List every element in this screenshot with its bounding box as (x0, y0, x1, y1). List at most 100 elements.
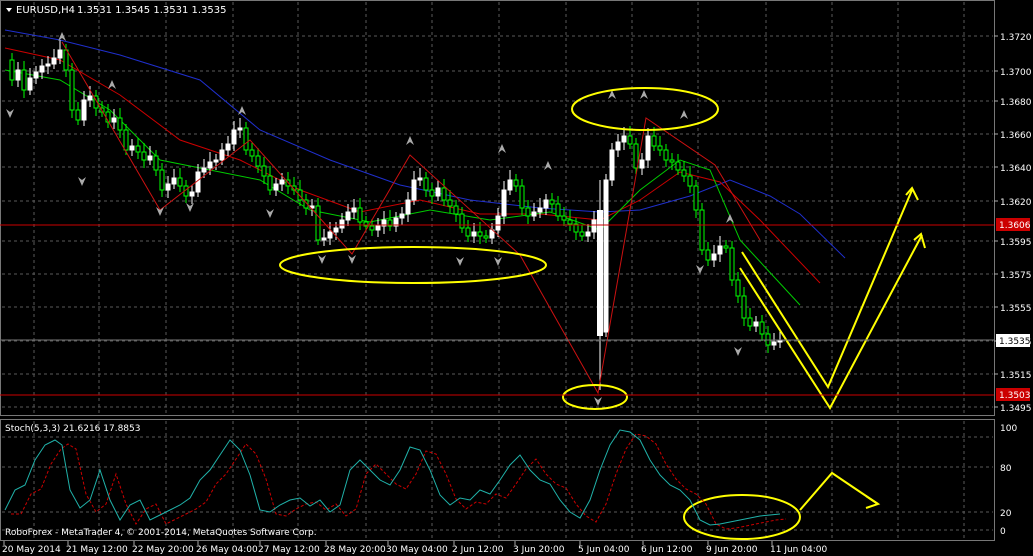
candle-body (687, 175, 693, 187)
candle-body (129, 145, 135, 151)
candle-body (465, 227, 471, 237)
time-tick-label: 21 May 12:00 (66, 545, 128, 555)
symbol-label: EURUSD,H4 (16, 5, 75, 16)
candle-body (429, 189, 435, 197)
price-tick-label: 1.3495 (1000, 404, 1032, 414)
candle-body (219, 149, 225, 161)
candle-body (147, 155, 153, 161)
trading-chart[interactable]: EURUSD,H4 1.3531 1.3545 1.3531 1.3535 1.… (0, 0, 1033, 556)
price-tick-label: 1.3680 (1000, 98, 1032, 108)
candle-body (639, 159, 645, 169)
indicator-frame (0, 419, 995, 541)
price-marker-upper-label: 1.3606 (999, 221, 1031, 231)
candle-body (609, 149, 615, 181)
price-tick-label: 1.3720 (1000, 33, 1032, 43)
candle-body (591, 219, 597, 233)
candle-body (225, 143, 231, 151)
candle-body (657, 145, 663, 151)
candle-body (273, 183, 279, 191)
candle-body (651, 135, 657, 147)
candle-body (729, 247, 735, 281)
candle-body (399, 213, 405, 219)
time-tick-label: 9 Jun 20:00 (706, 545, 758, 555)
time-tick-label: 2 Jun 12:00 (452, 545, 504, 555)
time-tick-label: 11 Jun 04:00 (770, 545, 827, 555)
price-tick-label: 1.3700 (1000, 68, 1032, 78)
candle-body (543, 199, 549, 209)
candle-body (447, 199, 453, 207)
candle-body (441, 187, 447, 201)
candle-body (585, 231, 591, 237)
time-tick-label: 5 Jun 04:00 (578, 545, 630, 555)
candle-body (333, 227, 339, 233)
stochastic-label: Stoch(5,3,3) 21.6216 17.8853 (5, 424, 140, 434)
candle-body (39, 65, 45, 73)
candle-body (21, 69, 27, 91)
candle-body (69, 69, 75, 111)
candle-body (501, 189, 507, 217)
candle-body (45, 63, 51, 67)
candle-body (669, 159, 675, 163)
candle-body (87, 95, 93, 101)
candle-body (579, 231, 585, 237)
candle-body (771, 341, 777, 346)
candle-body (741, 295, 747, 319)
candle-body (189, 191, 195, 197)
candle-body (759, 321, 765, 335)
candle-body (267, 175, 273, 191)
candle-body (615, 141, 621, 151)
candle-body (711, 253, 717, 261)
stochastic-tick-label: 80 (1000, 464, 1012, 474)
candle-body (423, 177, 429, 191)
candle-body (723, 245, 729, 249)
candle-body (531, 211, 537, 217)
candle-body (81, 99, 87, 121)
candle-body (351, 207, 357, 213)
candle-body (177, 177, 183, 187)
price-tick-label: 1.3595 (1000, 238, 1032, 248)
candle-body (681, 169, 687, 177)
ohlc-values: 1.3531 1.3545 1.3531 1.3535 (77, 5, 227, 16)
candle-body (405, 199, 411, 215)
time-tick-label: 22 May 20:00 (132, 545, 194, 555)
time-axis: 20 May 2014 21 May 12:00 22 May 20:00 26 Ma… (2, 541, 827, 555)
candle-body (507, 179, 513, 191)
candle-body (135, 145, 141, 153)
candle-body (417, 177, 423, 181)
candle-body (513, 179, 519, 187)
copyright-text: RoboForex - MetaTrader 4, © 2001-2014, M… (5, 528, 317, 538)
candle-body (525, 207, 531, 217)
candle-body (675, 161, 681, 171)
candle-body (735, 279, 741, 297)
candle-body (537, 207, 543, 213)
price-marker-lower-label: 1.3503 (999, 391, 1031, 401)
candle-body (255, 155, 261, 167)
candle-body (561, 215, 567, 221)
candle-body (699, 209, 705, 251)
candle-body (705, 249, 711, 261)
candle-body (753, 321, 759, 327)
time-tick-label: 30 May 04:00 (386, 545, 448, 555)
price-tick-label: 1.3640 (1000, 164, 1032, 174)
candle-body (339, 219, 345, 229)
candle-body (165, 183, 171, 191)
candle-body (567, 219, 573, 225)
candle-body (33, 71, 39, 79)
candle-body (435, 187, 441, 197)
candle-body (747, 317, 753, 327)
time-tick-label: 27 May 12:00 (258, 545, 320, 555)
candle-body (555, 203, 561, 217)
price-tick-label: 1.3660 (1000, 131, 1032, 141)
candle-body (453, 205, 459, 215)
time-tick-label: 6 Jun 12:00 (641, 545, 693, 555)
candle-body (279, 179, 285, 185)
candle-body (645, 135, 651, 161)
candle-body (57, 49, 63, 59)
candle-body (411, 179, 417, 201)
candle-body (159, 169, 165, 191)
candle-body (213, 159, 219, 163)
candle-body (51, 57, 57, 65)
candle-body (201, 167, 207, 173)
candle-body (597, 210, 603, 336)
stochastic-tick-label: 20 (1000, 509, 1012, 519)
